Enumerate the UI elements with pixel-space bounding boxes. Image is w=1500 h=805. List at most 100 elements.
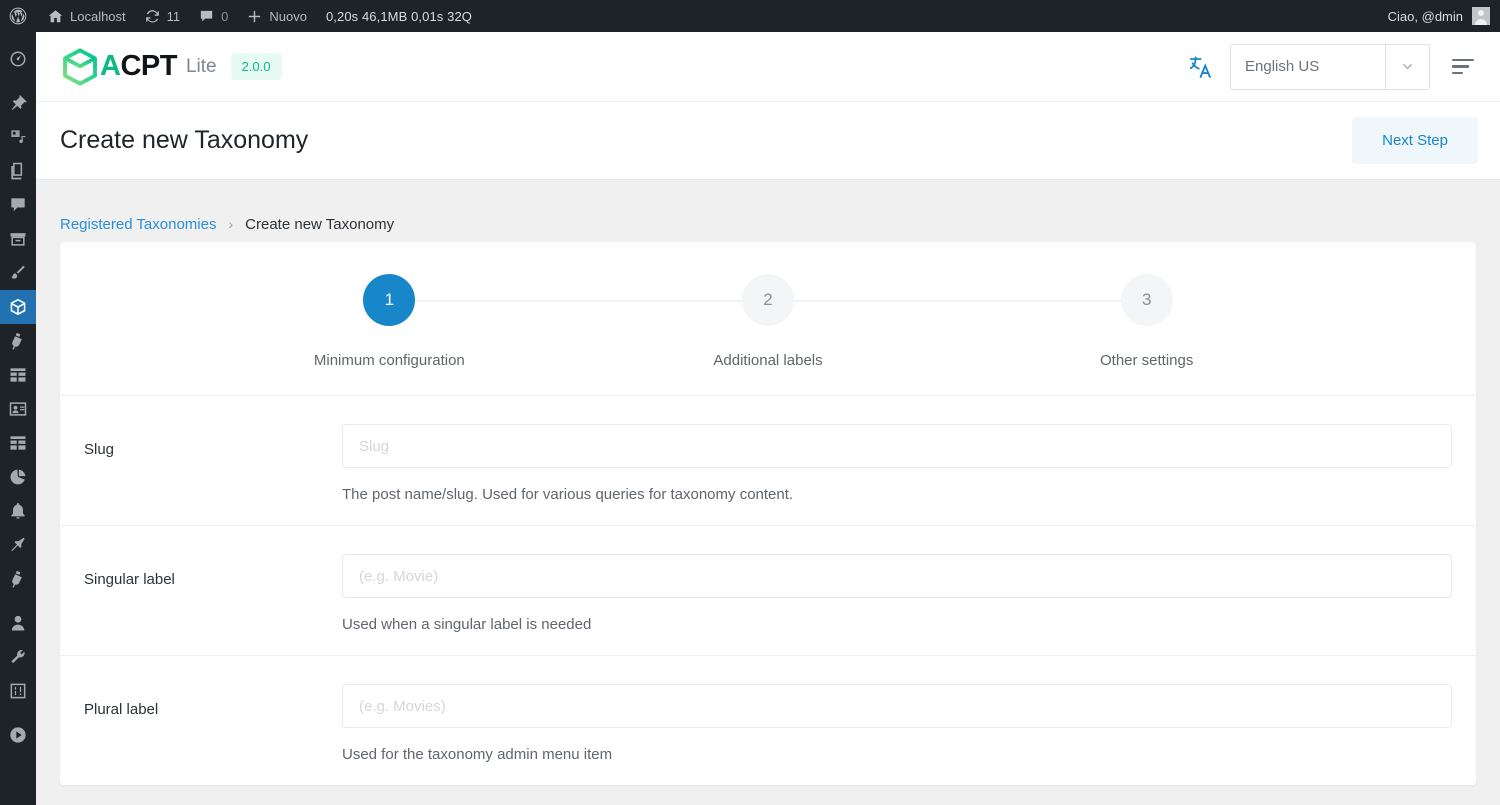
wizard-step-1[interactable]: 1 Minimum configuration <box>200 274 579 369</box>
page-title-bar: Create new Taxonomy Next Step <box>36 102 1500 180</box>
sidebar-item-notifications[interactable] <box>0 494 36 528</box>
archive-icon <box>8 229 28 249</box>
singular-label-field-help: Used when a singular label is needed <box>342 616 592 633</box>
breadcrumb: Registered Taxonomies › Create new Taxon… <box>36 180 1500 242</box>
sidebar-item-acpt[interactable] <box>0 290 36 324</box>
pages-icon <box>8 161 28 181</box>
new-content-menu[interactable]: Nuovo <box>237 0 316 32</box>
plug-icon <box>8 331 28 351</box>
sidebar-item-appearance[interactable] <box>0 256 36 290</box>
brush-icon <box>8 263 28 283</box>
slug-field-control: The post name/slug. Used for various que… <box>342 424 1452 503</box>
breadcrumb-separator-icon: › <box>228 216 234 232</box>
breadcrumb-link-registered-taxonomies[interactable]: Registered Taxonomies <box>60 216 216 233</box>
comments-menu[interactable]: 0 <box>189 0 237 32</box>
play-circle-icon <box>8 725 28 745</box>
sidebar-item-plugin-tool[interactable] <box>0 562 36 596</box>
pin-icon <box>8 93 28 113</box>
grid-icon <box>8 433 28 453</box>
language-select-value: English US <box>1245 58 1320 75</box>
form-row-singular-label: Singular label Used when a singular labe… <box>60 526 1476 656</box>
translate-icon[interactable] <box>1188 54 1230 80</box>
sidebar-item-plugins[interactable] <box>0 324 36 358</box>
sidebar-item-pages[interactable] <box>0 154 36 188</box>
acpt-app: A CPT Lite 2.0.0 English US Create new T… <box>36 32 1500 805</box>
rail-spacer-1 <box>0 76 36 86</box>
wp-admin-bar: Localhost 11 0 Nuovo 0,20s 46,1MB 0,01s … <box>0 0 1500 32</box>
sidebar-item-settings[interactable] <box>0 674 36 708</box>
sidebar-item-dashboard[interactable] <box>0 42 36 76</box>
sidebar-item-posts[interactable] <box>0 86 36 120</box>
site-name-menu[interactable]: Localhost <box>38 0 135 32</box>
brand-letters-cpt: CPT <box>120 50 177 82</box>
pushpin-icon <box>8 535 28 555</box>
avatar[interactable] <box>1472 7 1490 25</box>
comment-bubble-icon <box>198 8 215 25</box>
site-name-label: Localhost <box>70 8 126 24</box>
wizard-stepper: 1 Minimum configuration 2 Additional lab… <box>60 242 1476 396</box>
wizard-step-1-label: Minimum configuration <box>313 352 465 369</box>
comment-icon <box>8 195 28 215</box>
taxonomy-form-card: 1 Minimum configuration 2 Additional lab… <box>60 242 1476 785</box>
new-content-label: Nuovo <box>269 8 307 24</box>
plural-label-field-help: Used for the taxonomy admin menu item <box>342 746 613 763</box>
wordpress-logo-menu[interactable] <box>0 0 38 32</box>
plus-icon <box>246 8 263 25</box>
plug2-icon <box>8 569 28 589</box>
sidebar-item-pin-tool[interactable] <box>0 528 36 562</box>
sidebar-item-media[interactable] <box>0 120 36 154</box>
form-row-slug: Slug The post name/slug. Used for variou… <box>60 396 1476 526</box>
media-icon <box>8 127 28 147</box>
next-step-button[interactable]: Next Step <box>1352 117 1478 164</box>
wizard-step-3[interactable]: 3 Other settings <box>957 274 1336 369</box>
comments-count: 0 <box>221 8 229 24</box>
singular-label-input[interactable] <box>342 554 1452 598</box>
wizard-step-3-number: 3 <box>1120 274 1173 326</box>
sidebar-item-contacts[interactable] <box>0 392 36 426</box>
form-row-plural-label: Plural label Used for the taxonomy admin… <box>60 656 1476 785</box>
breadcrumb-current: Create new Taxonomy <box>245 215 395 233</box>
language-select[interactable]: English US <box>1230 43 1430 90</box>
sidebar-item-comments[interactable] <box>0 188 36 222</box>
sidebar-item-tables[interactable] <box>0 358 36 392</box>
sidebar-item-grid[interactable] <box>0 426 36 460</box>
wrench-icon <box>8 647 28 667</box>
sidebar-item-tools[interactable] <box>0 640 36 674</box>
wizard-step-1-number: 1 <box>363 274 416 326</box>
slug-input[interactable] <box>342 424 1452 468</box>
menu-line-3 <box>1452 71 1463 75</box>
update-icon <box>144 8 161 25</box>
plural-label-input[interactable] <box>342 684 1452 728</box>
admin-bar-left: Localhost 11 0 Nuovo 0,20s 46,1MB 0,01s … <box>0 0 482 32</box>
pie-chart-icon <box>8 467 28 487</box>
filter-menu-icon[interactable] <box>1452 54 1478 80</box>
plural-label-field-control: Used for the taxonomy admin menu item <box>342 684 1452 763</box>
sidebar-item-archive[interactable] <box>0 222 36 256</box>
wizard-step-2-number: 2 <box>742 274 794 326</box>
rail-spacer-2 <box>0 596 36 606</box>
sliders-icon <box>8 681 28 701</box>
menu-line-1 <box>1452 58 1474 62</box>
performance-stats: 0,20s 46,1MB 0,01s 32Q <box>325 8 472 24</box>
sidebar-collapse-button[interactable] <box>0 718 36 752</box>
wizard-step-2[interactable]: 2 Additional labels <box>579 274 958 369</box>
admin-bar-right: Ciao, @dmin <box>1388 7 1500 25</box>
user-icon <box>8 613 28 633</box>
user-greeting[interactable]: Ciao, @dmin <box>1388 9 1472 24</box>
plural-label-field-label: Plural label <box>84 701 159 718</box>
app-header: A CPT Lite 2.0.0 English US <box>36 32 1500 102</box>
menu-line-2 <box>1452 65 1469 68</box>
updates-menu[interactable]: 11 <box>135 0 190 32</box>
slug-field-label: Slug <box>84 441 115 458</box>
version-badge: 2.0.0 <box>230 53 282 80</box>
brand-letter-a: A <box>100 50 121 82</box>
wordpress-icon <box>8 6 28 26</box>
chevron-down-icon[interactable] <box>1385 44 1429 89</box>
home-icon <box>47 8 64 25</box>
cube-icon <box>8 297 28 317</box>
sidebar-item-analytics[interactable] <box>0 460 36 494</box>
acpt-brand-logo[interactable]: A CPT Lite 2.0.0 <box>60 47 282 87</box>
gauge-icon <box>8 49 28 69</box>
sidebar-item-users[interactable] <box>0 606 36 640</box>
wizard-step-3-label: Other settings <box>1099 352 1194 369</box>
